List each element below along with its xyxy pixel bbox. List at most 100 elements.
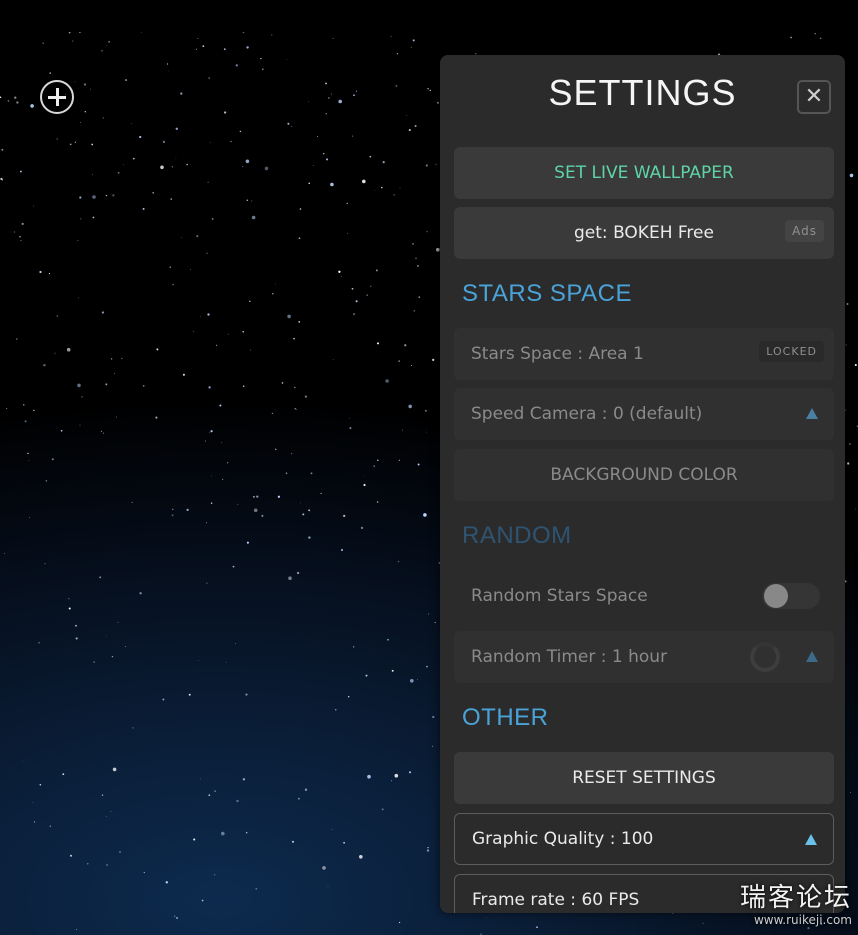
star bbox=[330, 93, 332, 95]
star bbox=[845, 344, 847, 346]
star bbox=[211, 475, 212, 477]
star bbox=[288, 576, 292, 580]
star bbox=[235, 64, 238, 67]
star bbox=[281, 382, 284, 384]
star bbox=[101, 311, 105, 314]
triangle-up-icon bbox=[805, 834, 817, 845]
star bbox=[39, 784, 42, 786]
star bbox=[13, 231, 16, 233]
star bbox=[355, 90, 357, 92]
star bbox=[332, 38, 334, 39]
background-color-button[interactable]: BACKGROUND COLOR bbox=[454, 449, 834, 501]
star bbox=[43, 364, 46, 367]
star bbox=[112, 767, 117, 772]
star bbox=[208, 431, 210, 433]
star bbox=[362, 179, 366, 184]
star bbox=[79, 424, 81, 426]
speed-camera-label: Speed Camera : 0 (default) bbox=[471, 404, 703, 424]
star bbox=[201, 899, 204, 902]
star bbox=[7, 100, 10, 102]
star bbox=[412, 242, 414, 245]
star bbox=[427, 846, 429, 849]
star bbox=[287, 122, 290, 125]
star bbox=[702, 922, 704, 924]
star bbox=[298, 321, 301, 323]
star bbox=[395, 84, 398, 87]
star bbox=[328, 97, 330, 99]
star bbox=[341, 276, 342, 277]
stars-space-area-row[interactable]: Stars Space : Area 1 LOCKED bbox=[454, 328, 834, 380]
graphic-quality-row[interactable]: Graphic Quality : 100 bbox=[454, 813, 834, 865]
star bbox=[246, 541, 249, 544]
close-icon[interactable]: ✕ bbox=[797, 80, 831, 114]
star bbox=[849, 173, 854, 178]
star bbox=[16, 101, 19, 104]
star bbox=[205, 440, 207, 442]
star bbox=[536, 926, 538, 929]
star bbox=[142, 207, 145, 210]
star bbox=[49, 825, 52, 828]
star bbox=[205, 522, 208, 524]
stars-space-area-label: Stars Space : Area 1 bbox=[471, 344, 644, 364]
star bbox=[377, 459, 379, 461]
star bbox=[261, 68, 264, 71]
star bbox=[182, 373, 185, 376]
star bbox=[39, 270, 42, 274]
star bbox=[335, 709, 337, 711]
star bbox=[117, 171, 120, 174]
star bbox=[169, 266, 171, 268]
star bbox=[340, 548, 344, 552]
star bbox=[175, 916, 179, 920]
star bbox=[399, 187, 401, 189]
star bbox=[125, 79, 128, 82]
star bbox=[106, 864, 108, 866]
star bbox=[790, 36, 792, 39]
star bbox=[196, 235, 199, 238]
random-stars-space-toggle[interactable] bbox=[762, 583, 820, 609]
star bbox=[74, 81, 76, 83]
random-timer-row[interactable]: Random Timer : 1 hour bbox=[454, 631, 834, 683]
star bbox=[253, 508, 258, 513]
star bbox=[210, 430, 213, 433]
star bbox=[28, 459, 30, 461]
star bbox=[819, 37, 822, 40]
star bbox=[849, 443, 851, 445]
add-icon[interactable] bbox=[40, 80, 74, 114]
star bbox=[398, 360, 400, 362]
watermark: 瑞客论坛 www.ruikeji.com bbox=[740, 883, 852, 927]
reset-settings-button[interactable]: RESET SETTINGS bbox=[454, 752, 834, 804]
star bbox=[391, 669, 394, 672]
star bbox=[77, 383, 81, 388]
star bbox=[427, 87, 429, 90]
star bbox=[855, 508, 857, 510]
star bbox=[373, 465, 375, 467]
star bbox=[275, 448, 277, 450]
star bbox=[365, 674, 368, 677]
star bbox=[399, 921, 401, 924]
star bbox=[393, 194, 395, 196]
star bbox=[385, 379, 389, 383]
panel-title: SETTINGS bbox=[548, 72, 737, 113]
set-live-wallpaper-button[interactable]: SET LIVE WALLPAPER bbox=[454, 147, 834, 199]
speed-camera-row[interactable]: Speed Camera : 0 (default) bbox=[454, 388, 834, 440]
star bbox=[66, 347, 71, 352]
star bbox=[222, 478, 224, 480]
star bbox=[105, 383, 108, 386]
random-stars-space-row: Random Stars Space bbox=[454, 570, 834, 622]
star bbox=[68, 598, 70, 600]
star bbox=[402, 429, 404, 431]
star bbox=[105, 194, 108, 197]
star bbox=[308, 101, 309, 103]
triangle-up-icon bbox=[806, 651, 818, 662]
get-bokeh-button[interactable]: get: BOKEH Free Ads bbox=[454, 207, 834, 259]
star bbox=[83, 83, 87, 86]
star bbox=[408, 771, 412, 774]
star bbox=[255, 887, 258, 890]
star bbox=[417, 679, 418, 681]
get-bokeh-label: get: BOKEH Free bbox=[574, 223, 714, 243]
star bbox=[110, 358, 113, 360]
star bbox=[351, 287, 354, 290]
star bbox=[290, 452, 293, 455]
star bbox=[75, 637, 78, 640]
star bbox=[436, 101, 439, 104]
